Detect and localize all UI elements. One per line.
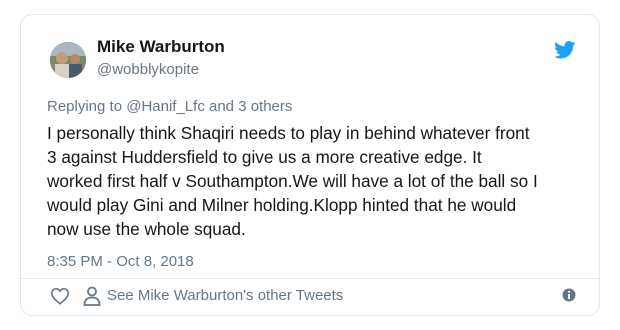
see-other-tweets-link[interactable]: See Mike Warburton's other Tweets (107, 287, 343, 304)
info-icon[interactable] (562, 288, 576, 302)
author-handle[interactable]: @wobblykopite (97, 61, 199, 78)
tweet-card: Mike Warburton @wobblykopite Replying to… (20, 14, 600, 316)
reply-others-link[interactable]: and 3 others (205, 98, 292, 115)
reply-prefix: Replying to (47, 98, 127, 115)
reply-context: Replying to @Hanif_Lfc and 3 others (47, 98, 292, 115)
twitter-bird-icon[interactable] (554, 41, 576, 59)
avatar-photo (50, 42, 86, 78)
tweet-text-line: 3 against Huddersfield to give us a more… (47, 147, 482, 167)
tweet-text-line: worked first half v Southampton.We will … (47, 171, 538, 191)
tweet-text: I personally think Shaqiri needs to play… (47, 121, 587, 241)
avatar[interactable] (50, 42, 86, 78)
tweet-text-line: I personally think Shaqiri needs to play… (47, 123, 530, 143)
divider (21, 278, 599, 279)
reply-mention-link[interactable]: @Hanif_Lfc (126, 98, 205, 115)
tweet-text-line: would play Gini and Milner holding.Klopp… (47, 195, 517, 215)
author-name[interactable]: Mike Warburton (97, 37, 225, 57)
tweet-text-line: now use the whole squad. (47, 219, 246, 239)
person-icon[interactable] (83, 286, 101, 306)
heart-icon[interactable] (50, 287, 70, 305)
tweet-timestamp[interactable]: 8:35 PM - Oct 8, 2018 (47, 253, 194, 270)
